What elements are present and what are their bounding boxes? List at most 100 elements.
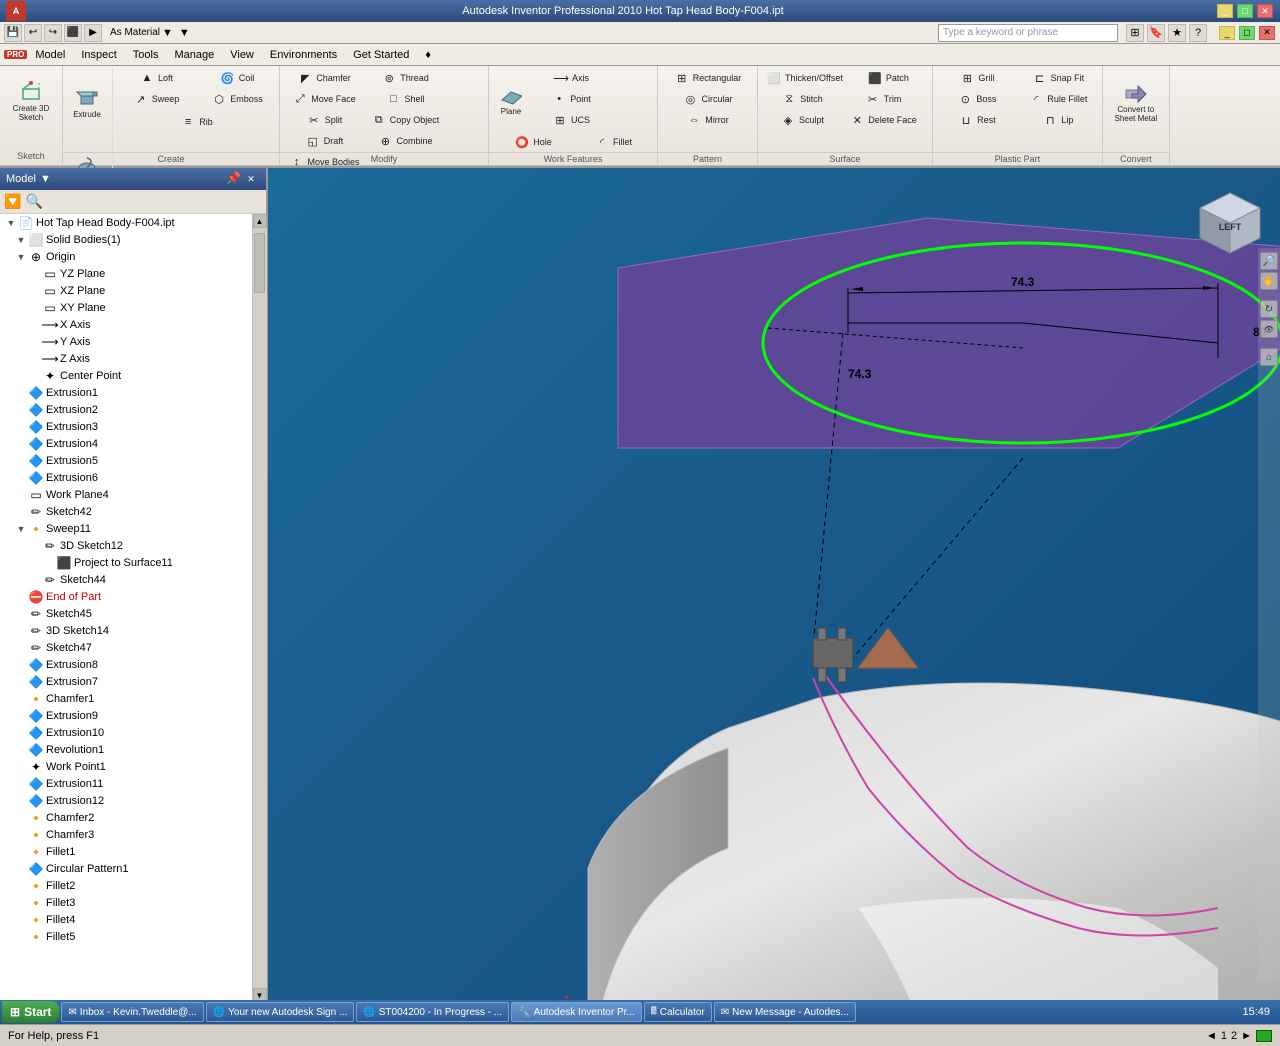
look-at-btn[interactable]: 👁: [1260, 320, 1278, 338]
grill-button[interactable]: ⊞ Grill: [937, 68, 1017, 88]
tree-item-sk45[interactable]: ✏Sketch45: [0, 605, 266, 622]
tree-item-ch1[interactable]: 🔸Chamfer1: [0, 690, 266, 707]
tree-item-solid[interactable]: ▼⬜Solid Bodies(1): [0, 231, 266, 248]
rectangular-button[interactable]: ⊞ Rectangular: [668, 68, 748, 88]
tree-item-fi5[interactable]: 🔸Fillet5: [0, 928, 266, 945]
ql-icon4[interactable]: ⬛: [64, 24, 82, 42]
mirror-button[interactable]: ⇔ Mirror: [668, 110, 748, 130]
tree-item-ext11[interactable]: 🔷Extrusion11: [0, 775, 266, 792]
menu-tools[interactable]: Tools: [125, 47, 167, 63]
tree-item-ext4[interactable]: 🔷Extrusion4: [0, 435, 266, 452]
panel-dropdown-btn[interactable]: ▼: [40, 173, 51, 185]
sweep-button[interactable]: ↗ Sweep: [116, 89, 196, 109]
app-close[interactable]: ✕: [1259, 26, 1275, 40]
draft-button[interactable]: ◱ Draft: [284, 131, 364, 151]
tree-item-xy[interactable]: ▭XY Plane: [0, 299, 266, 316]
combine-button[interactable]: ⊕ Combine: [365, 131, 445, 151]
tree-item-xz[interactable]: ▭XZ Plane: [0, 282, 266, 299]
home-btn[interactable]: ⌂: [1260, 348, 1278, 366]
tree-item-sk44[interactable]: ✏Sketch44: [0, 571, 266, 588]
tree-item-xaxis[interactable]: ⟶X Axis: [0, 316, 266, 333]
split-button[interactable]: ✂ Split: [284, 110, 364, 130]
tree-item-ext6[interactable]: 🔷Extrusion6: [0, 469, 266, 486]
ucs-button[interactable]: ⊞ UCS: [531, 110, 611, 130]
panel-close-btn[interactable]: ✕: [243, 172, 259, 186]
thicken-button[interactable]: ⬜ Thicken/Offset: [762, 68, 847, 88]
taskbar-calculator[interactable]: 🖩 Calculator: [644, 1002, 712, 1022]
scroll-thumb[interactable]: [254, 233, 265, 293]
scrollbar[interactable]: ▲ ▼: [252, 214, 266, 1002]
tree-item-ext8[interactable]: 🔷Extrusion8: [0, 656, 266, 673]
tree-item-cp[interactable]: ✦Center Point: [0, 367, 266, 384]
circular-button[interactable]: ◎ Circular: [668, 89, 748, 109]
chamfer-button[interactable]: ◤ Chamfer: [284, 68, 364, 88]
tree-item-ext1[interactable]: 🔷Extrusion1: [0, 384, 266, 401]
viewport[interactable]: 74.3 80 74.3: [268, 168, 1280, 1002]
help-icons-btn[interactable]: ⊞: [1126, 24, 1144, 42]
menu-view[interactable]: View: [222, 47, 262, 63]
tree-item-sk42[interactable]: ✏Sketch42: [0, 503, 266, 520]
fillet-button[interactable]: ◜ Fillet: [573, 132, 653, 152]
tree-item-yz[interactable]: ▭YZ Plane: [0, 265, 266, 282]
undo-button[interactable]: ↩: [24, 24, 42, 42]
convert-button[interactable]: Convert to Sheet Metal: [1107, 68, 1165, 138]
tree-item-sw11[interactable]: ▼🔸Sweep11: [0, 520, 266, 537]
delete-face-button[interactable]: ✕ Delete Face: [843, 110, 923, 130]
tree-item-yaxis[interactable]: ⟶Y Axis: [0, 333, 266, 350]
tree-item-wp1[interactable]: ✦Work Point1: [0, 758, 266, 775]
boss-button[interactable]: ⊙ Boss: [937, 89, 1017, 109]
bookmark-btn[interactable]: 🔖: [1147, 24, 1165, 42]
loft-button[interactable]: ▲ Loft: [116, 68, 196, 88]
scroll-up-btn[interactable]: ▲: [253, 214, 267, 228]
menu-environments[interactable]: Environments: [262, 47, 345, 63]
search-model-btn[interactable]: 🔍: [25, 193, 42, 210]
tree-item-pts11[interactable]: ⬛Project to Surface11: [0, 554, 266, 571]
taskbar-st004200[interactable]: 🌐 ST004200 - In Progress - ...: [356, 1002, 509, 1022]
tree-item-wp4[interactable]: ▭Work Plane4: [0, 486, 266, 503]
taskbar-inventor[interactable]: 🔧 Autodesk Inventor Pr...: [511, 1002, 642, 1022]
menu-diamond[interactable]: ♦: [417, 47, 439, 63]
lip-button[interactable]: ⊓ Lip: [1018, 110, 1098, 130]
copy-obj-button[interactable]: ⧉ Copy Object: [365, 110, 445, 130]
zoom-in-btn[interactable]: 🔎: [1260, 252, 1278, 270]
move-face-button[interactable]: ⤢ Move Face: [284, 89, 364, 109]
taskbar-inbox[interactable]: ✉ Inbox - Kevin.Tweddle@...: [61, 1002, 203, 1022]
taskbar-new-message[interactable]: ✉ New Message - Autodes...: [714, 1002, 856, 1022]
tree-item-ext9[interactable]: 🔷Extrusion9: [0, 707, 266, 724]
tree-item-sk12[interactable]: ✏3D Sketch12: [0, 537, 266, 554]
menu-get-started[interactable]: Get Started: [345, 47, 417, 63]
star-btn[interactable]: ★: [1168, 24, 1186, 42]
rest-button[interactable]: ⊔ Rest: [937, 110, 1017, 130]
create-3d-sketch-button[interactable]: Create 3D Sketch: [4, 68, 58, 136]
tree-item-ext12[interactable]: 🔷Extrusion12: [0, 792, 266, 809]
tree-item-fi2[interactable]: 🔸Fillet2: [0, 877, 266, 894]
shell-button[interactable]: □ Shell: [365, 89, 445, 109]
tree-item-root[interactable]: ▼📄Hot Tap Head Body-F004.ipt: [0, 214, 266, 231]
app-restore[interactable]: ◻: [1239, 26, 1255, 40]
start-button[interactable]: ⊞ Start: [2, 1001, 59, 1023]
app-minimize[interactable]: _: [1219, 26, 1235, 40]
snap-fit-button[interactable]: ⊏ Snap Fit: [1018, 68, 1098, 88]
maximize-button[interactable]: □: [1237, 4, 1253, 18]
patch-button[interactable]: ⬛ Patch: [848, 68, 928, 88]
point-button[interactable]: • Point: [531, 89, 611, 109]
tree-item-fi3[interactable]: 🔸Fillet3: [0, 894, 266, 911]
page-prev-btn[interactable]: ◄: [1206, 1030, 1217, 1042]
tree-item-ext7[interactable]: 🔷Extrusion7: [0, 673, 266, 690]
rule-fillet-button[interactable]: ◜ Rule Fillet: [1018, 89, 1098, 109]
search-box[interactable]: Type a keyword or phrase: [938, 24, 1118, 42]
tree-item-cp1[interactable]: 🔷Circular Pattern1: [0, 860, 266, 877]
pan-btn[interactable]: ✋: [1260, 272, 1278, 290]
filter-icon[interactable]: 🔽: [4, 193, 21, 210]
tree-item-ext5[interactable]: 🔷Extrusion5: [0, 452, 266, 469]
extrude-button[interactable]: Extrude: [65, 68, 109, 136]
menu-manage[interactable]: Manage: [166, 47, 222, 63]
tree-item-ch2[interactable]: 🔸Chamfer2: [0, 809, 266, 826]
thread-button[interactable]: ⊚ Thread: [365, 68, 445, 88]
page-next-btn[interactable]: ►: [1241, 1030, 1252, 1042]
menu-model[interactable]: Model: [27, 47, 73, 63]
appearance-dropdown-btn[interactable]: ▼: [162, 27, 173, 39]
tree-item-origin[interactable]: ▼⊕Origin: [0, 248, 266, 265]
tree-item-sk14[interactable]: ✏3D Sketch14: [0, 622, 266, 639]
hole-button[interactable]: ⭕ Hole: [493, 132, 573, 152]
